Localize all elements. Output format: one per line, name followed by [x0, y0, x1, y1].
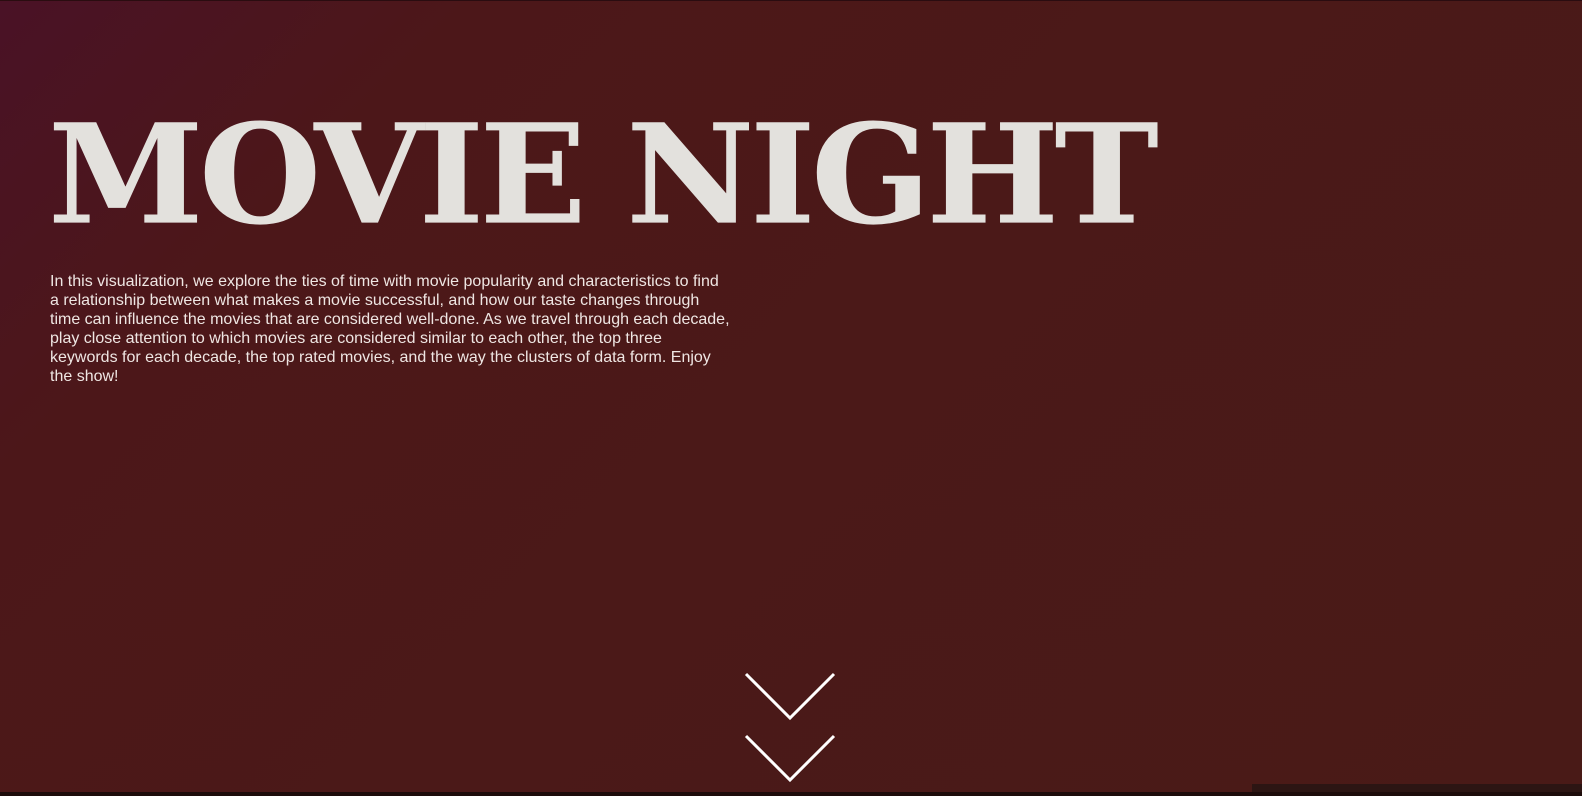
double-chevron-down-icon [744, 672, 836, 783]
hero-section: MOVIE NIGHT In this visualization, we ex… [0, 0, 1582, 796]
top-divider [0, 0, 1582, 1]
bottom-divider [0, 792, 1582, 796]
page-title: MOVIE NIGHT [48, 93, 1159, 256]
intro-paragraph: In this visualization, we explore the ti… [50, 273, 730, 385]
scroll-down-button[interactable] [744, 672, 840, 784]
